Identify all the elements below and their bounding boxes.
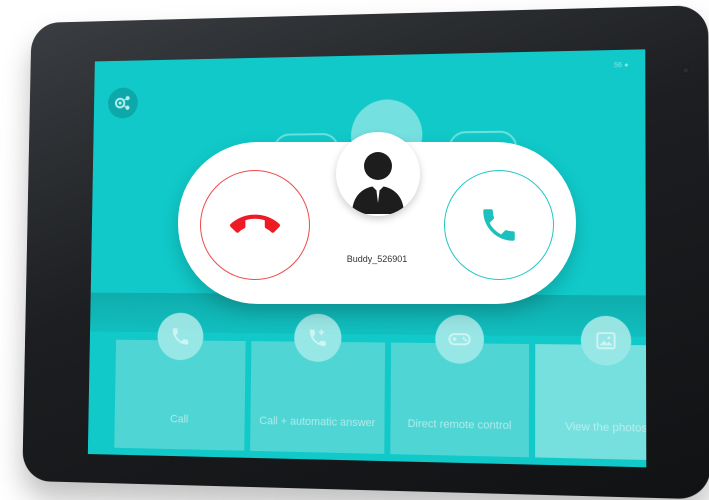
settings-button[interactable]	[107, 87, 139, 119]
caller-avatar	[336, 132, 420, 216]
tile-remote-control[interactable]: Direct remote control	[390, 314, 530, 458]
action-tiles: Call Call + automatic answer Direct remo…	[114, 312, 647, 468]
phone-answer-icon	[483, 209, 515, 241]
tile-call[interactable]: Call	[114, 312, 246, 451]
incoming-call-card: Buddy_526901	[178, 132, 576, 304]
phone-plus-icon	[293, 313, 342, 363]
photo-icon	[580, 315, 632, 366]
gamepad-icon	[435, 314, 485, 364]
settings-share-icon	[113, 93, 130, 113]
person-icon	[352, 152, 404, 214]
camera-lens	[682, 66, 690, 75]
tile-view-photos[interactable]: View the photos	[535, 315, 647, 461]
status-indicator: 56 ●	[614, 61, 629, 70]
phone-icon	[157, 312, 204, 361]
hang-up-icon	[230, 214, 280, 233]
accept-call-button[interactable]	[444, 170, 554, 280]
tile-call-label: Call	[170, 413, 189, 426]
tile-call-auto-answer-label: Call + automatic answer	[259, 415, 376, 430]
tile-remote-control-label: Direct remote control	[407, 417, 512, 433]
tile-view-photos-label: View the photos	[565, 420, 647, 435]
tile-call-auto-answer[interactable]: Call + automatic answer	[250, 313, 386, 454]
